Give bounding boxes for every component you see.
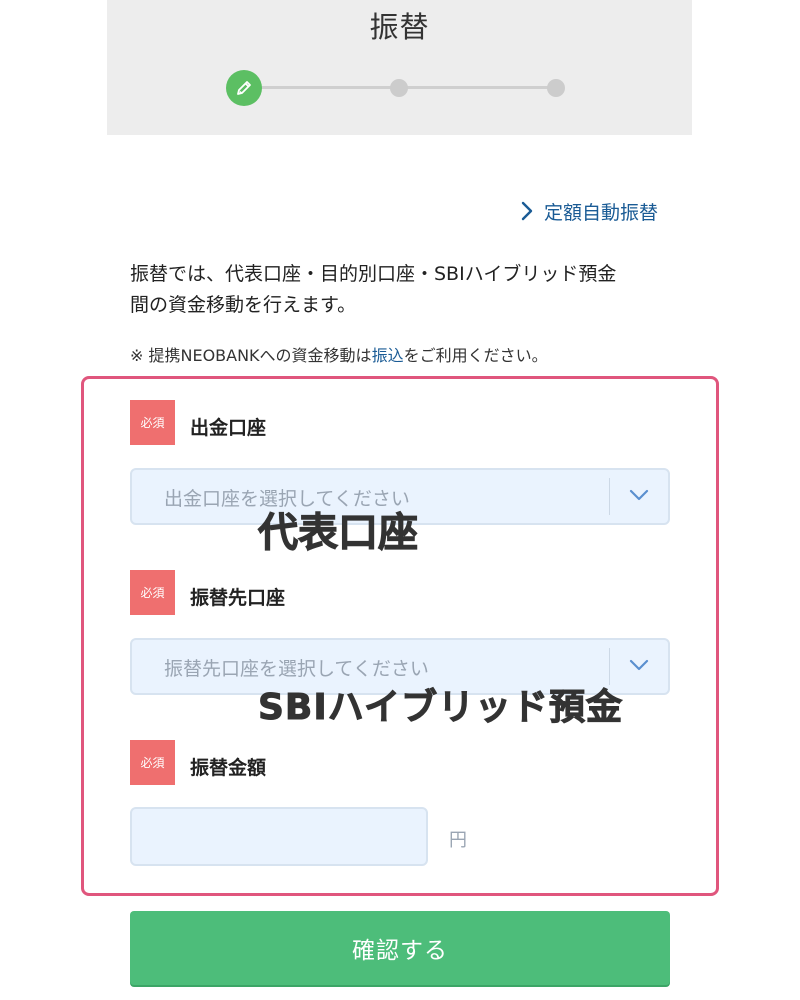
required-badge: 必須	[130, 570, 175, 615]
destination-account-placeholder: 振替先口座を選択してください	[164, 658, 429, 680]
amount-label: 振替金額	[190, 757, 267, 779]
description-line-1: 振替では、代表口座・目的別口座・SBIハイブリッド預金	[130, 263, 617, 285]
chevron-down-icon	[629, 489, 649, 501]
chevron-right-icon	[521, 201, 533, 221]
progress-stepper	[107, 0, 692, 135]
chevron-down-icon	[629, 659, 649, 671]
note-suffix: をご利用ください。	[403, 346, 548, 365]
destination-account-label: 振替先口座	[190, 587, 286, 609]
destination-account-overlay: SBIハイブリッド預金	[257, 687, 624, 729]
select-divider	[609, 478, 610, 515]
required-badge: 必須	[130, 740, 175, 785]
amount-input[interactable]	[130, 807, 428, 866]
transfer-link[interactable]: 振込	[372, 346, 404, 365]
auto-transfer-link[interactable]: 定額自動振替	[520, 196, 658, 226]
note-prefix: ※ 提携NEOBANKへの資金移動は	[130, 346, 372, 365]
required-badge: 必須	[130, 400, 175, 445]
source-account-label: 出金口座	[190, 417, 267, 439]
auto-transfer-link-label: 定額自動振替	[544, 201, 659, 224]
neobank-note: ※ 提携NEOBANKへの資金移動は振込をご利用ください。	[130, 344, 710, 368]
step-3-dot	[547, 79, 565, 97]
step-1-current	[226, 70, 262, 106]
description: 振替では、代表口座・目的別口座・SBIハイブリッド預金 間の資金移動を行えます。	[130, 259, 690, 321]
pencil-icon	[237, 81, 251, 95]
yen-unit: 円	[449, 830, 467, 851]
header-panel: 振替	[107, 0, 692, 135]
confirm-button[interactable]: 確認する	[130, 911, 670, 985]
step-2-dot	[390, 79, 408, 97]
source-account-overlay: 代表口座	[258, 510, 419, 557]
description-line-2: 間の資金移動を行えます。	[130, 294, 357, 316]
